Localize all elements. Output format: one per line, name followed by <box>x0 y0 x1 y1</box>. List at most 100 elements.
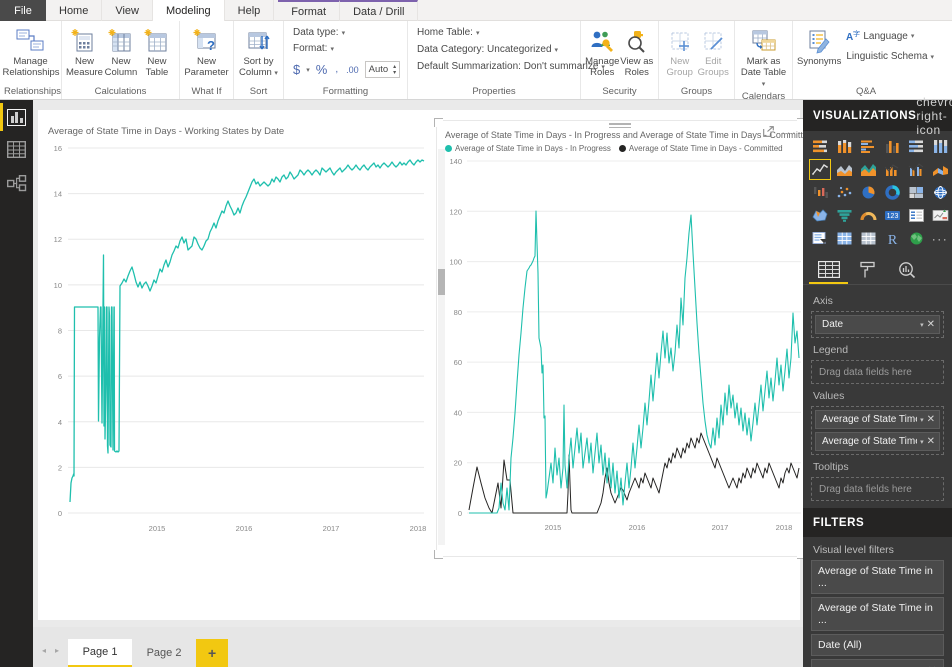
viz-type-matrix[interactable] <box>856 227 880 250</box>
well-values[interactable]: Average of State Time in ▾ ✕ Average of … <box>811 406 944 455</box>
well-axis[interactable]: Date ▾ ✕ <box>811 311 944 338</box>
sidebar-item-report-view[interactable] <box>0 100 33 134</box>
tooltips-dropzone[interactable]: Drag data fields here <box>815 481 940 497</box>
new-measure-button[interactable]: New Measure <box>66 23 103 78</box>
ribbon-tab-help[interactable]: Help <box>225 0 275 21</box>
chevron-right-icon[interactable]: chevron-right-icon <box>916 95 952 137</box>
viz-type-line-clustered-column-chart[interactable] <box>904 158 928 181</box>
report-page-canvas[interactable]: Average of State Time in Days - Working … <box>38 110 806 620</box>
viz-type-100-stacked-column-chart[interactable] <box>928 135 952 158</box>
page-prev-arrow-icon[interactable]: ◂ <box>42 646 46 655</box>
viz-type-stacked-bar-chart[interactable] <box>808 135 832 158</box>
viz-type-pie-chart[interactable] <box>856 181 880 204</box>
format-dropdown[interactable]: Format: ▾ <box>293 43 400 54</box>
sort-by-column-button[interactable]: Sort by Column ▾ <box>238 23 279 79</box>
pane-tab-format[interactable] <box>848 256 887 284</box>
percent-format-button[interactable]: % <box>316 62 328 77</box>
pane-tab-analytics[interactable] <box>887 256 926 284</box>
view-as-roles-button[interactable]: View as Roles <box>620 23 655 78</box>
new-group-button[interactable]: New Group <box>663 23 697 78</box>
viz-type-ribbon-chart[interactable] <box>928 158 952 181</box>
sidebar-item-model-view[interactable] <box>0 168 33 202</box>
field-chip-avg-state-time-1[interactable]: Average of State Time in ▾ ✕ <box>815 410 940 429</box>
viz-type-treemap[interactable] <box>904 181 928 204</box>
pane-tab-fields[interactable] <box>809 256 848 284</box>
filter-card-date[interactable]: Date (All) <box>811 634 944 656</box>
viz-type-line-chart[interactable] <box>808 158 832 181</box>
resize-handle-top-left[interactable] <box>434 118 443 127</box>
language-dropdown[interactable]: A 字 Language ▾ <box>846 30 934 42</box>
ribbon-tab-format[interactable]: Format <box>278 0 341 21</box>
data-category-dropdown[interactable]: Data Category: Uncategorized ▾ <box>417 44 605 55</box>
filter-card-avg-state-time-1[interactable]: Average of State Time in ... <box>811 560 944 594</box>
linguistic-schema-dropdown[interactable]: Linguistic Schema ▾ <box>846 51 934 62</box>
edit-groups-button[interactable]: Edit Groups <box>697 23 731 78</box>
viz-type-more-visuals[interactable]: ··· <box>928 227 952 250</box>
viz-type-funnel[interactable] <box>832 204 856 227</box>
well-tooltips[interactable]: Drag data fields here <box>811 477 944 501</box>
visual-inprogress-committed-line-chart[interactable]: ··· Average of State Time in Days - In P… <box>434 118 806 559</box>
ribbon-tab-file[interactable]: File <box>0 0 46 21</box>
focus-mode-icon[interactable] <box>763 126 774 140</box>
visual-vertical-scrollbar[interactable] <box>438 149 445 545</box>
chevron-down-icon[interactable]: ▾ <box>920 321 924 329</box>
legend-item-in-progress[interactable]: Average of State Time in Days - In Progr… <box>445 144 611 153</box>
ribbon-tab-data-drill[interactable]: Data / Drill <box>340 0 419 21</box>
viz-type-line-stacked-column-chart[interactable] <box>880 158 904 181</box>
chevron-down-icon[interactable]: ▾ <box>920 438 924 446</box>
new-parameter-button[interactable]: ? New Parameter <box>184 23 229 78</box>
visual-drag-handle[interactable] <box>609 123 631 130</box>
legend-dropzone[interactable]: Drag data fields here <box>815 364 940 380</box>
currency-format-button[interactable]: $ <box>293 62 300 77</box>
add-page-button[interactable]: + <box>196 639 229 667</box>
viz-type-arcgis-maps[interactable] <box>904 227 928 250</box>
ribbon-tab-home[interactable]: Home <box>46 0 103 21</box>
viz-type-stacked-column-chart[interactable] <box>832 135 856 158</box>
viz-type-table[interactable] <box>832 227 856 250</box>
synonyms-button[interactable]: Synonyms <box>797 23 841 67</box>
viz-type-clustered-column-chart[interactable] <box>880 135 904 158</box>
decimal-places-button[interactable]: .00 <box>346 65 359 75</box>
viz-type-card[interactable]: 123 <box>880 204 904 227</box>
remove-field-icon[interactable]: ✕ <box>927 319 935 330</box>
viz-type-stacked-area-chart[interactable] <box>856 158 880 181</box>
thousands-separator-button[interactable]: , <box>333 64 340 75</box>
page-tab-page-1[interactable]: Page 1 <box>68 639 133 667</box>
manage-relationships-button[interactable]: Manage Relationships <box>3 23 60 78</box>
page-next-arrow-icon[interactable]: ▸ <box>55 646 59 655</box>
viz-type-area-chart[interactable] <box>832 158 856 181</box>
viz-type-100-stacked-bar-chart[interactable] <box>904 135 928 158</box>
well-legend[interactable]: Drag data fields here <box>811 360 944 384</box>
viz-type-kpi[interactable] <box>928 204 952 227</box>
viz-type-map[interactable] <box>928 181 952 204</box>
manage-roles-button[interactable]: Manage Roles <box>585 23 620 78</box>
page-tab-page-2[interactable]: Page 2 <box>132 639 197 667</box>
home-table-dropdown[interactable]: Home Table: ▾ <box>417 27 605 38</box>
chevron-down-icon[interactable]: ▾ <box>920 416 924 424</box>
ribbon-tab-modeling[interactable]: Modeling <box>153 0 225 21</box>
filter-card-avg-state-time-2[interactable]: Average of State Time in ... <box>811 597 944 631</box>
viz-type-scatter-chart[interactable] <box>832 181 856 204</box>
viz-type-gauge[interactable] <box>856 204 880 227</box>
decimal-places-stepper[interactable]: Auto ▴ ▾ <box>364 61 401 78</box>
field-chip-date[interactable]: Date ▾ ✕ <box>815 315 940 334</box>
viz-type-clustered-bar-chart[interactable] <box>856 135 880 158</box>
filter-card-state[interactable]: State ✕ is In Progress or Com... <box>811 659 944 667</box>
sidebar-item-data-view[interactable] <box>0 134 33 168</box>
field-chip-avg-state-time-2[interactable]: Average of State Time in ▾ ✕ <box>815 432 940 451</box>
new-column-button[interactable]: New Column <box>103 23 139 78</box>
report-canvas-area[interactable]: Average of State Time in Days - Working … <box>33 100 806 627</box>
viz-type-slicer[interactable] <box>808 227 832 250</box>
viz-type-waterfall-chart[interactable] <box>808 181 832 204</box>
resize-handle-bottom-left[interactable] <box>434 550 443 559</box>
more-options-icon[interactable]: ··· <box>781 126 797 139</box>
data-type-dropdown[interactable]: Data type: ▾ <box>293 27 400 38</box>
new-table-button[interactable]: New Table <box>139 23 175 78</box>
ribbon-tab-view[interactable]: View <box>102 0 153 21</box>
viz-type-multi-row-card[interactable] <box>904 204 928 227</box>
default-summarization-dropdown[interactable]: Default Summarization: Don't summarize ▾ <box>417 61 605 72</box>
remove-field-icon[interactable]: ✕ <box>927 436 935 447</box>
remove-field-icon[interactable]: ✕ <box>927 414 935 425</box>
mark-as-date-table-button[interactable]: Mark as Date Table ▾ <box>739 23 788 90</box>
visual-working-states-line-chart[interactable]: Average of State Time in Days - Working … <box>40 120 428 557</box>
